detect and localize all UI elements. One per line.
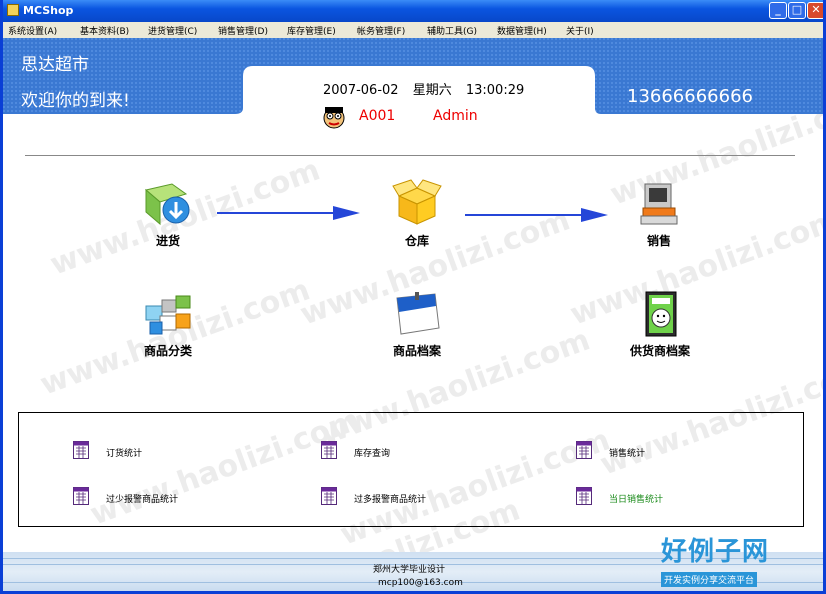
menu-inventory[interactable]: 库存管理(E) [287,24,336,37]
maximize-button[interactable]: □ [788,2,806,19]
close-button[interactable]: ✕ [807,2,823,19]
link-order-stats[interactable]: 订货统计 [106,446,142,459]
watermark-logo-subtitle: 开发实例分享交流平台 [661,572,758,587]
user-avatar-icon [323,107,345,129]
menu-system-settings[interactable]: 系统设置(A) [8,24,57,37]
footer-email: mcp100@163.com [378,578,463,588]
link-high-stock-alert[interactable]: 过多报警商品统计 [354,492,426,505]
purchase-icon [144,183,190,226]
module-category[interactable]: 商品分类 [133,292,203,359]
minimize-button[interactable]: _ [769,2,787,19]
date-text: 2007-06-02 [323,83,399,98]
welcome-text: 欢迎你的到来! [21,91,130,111]
report-icon [321,487,337,505]
menu-data[interactable]: 数据管理(H) [497,24,547,37]
arrow-icon [465,208,608,222]
menu-purchase[interactable]: 进货管理(C) [148,24,197,37]
menu-about[interactable]: 关于(I) [566,24,594,37]
window-title: MCShop [23,4,74,17]
report-icon [73,487,89,505]
user-name: Admin [433,108,478,124]
menu-sales[interactable]: 销售管理(D) [218,24,268,37]
menu-bar: 系统设置(A) 基本资料(B) 进货管理(C) 销售管理(D) 库存管理(E) … [3,22,823,38]
main-window: www.haolizi.com www.haolizi.com www.haol… [0,0,826,594]
phone-number: 13666666666 [627,86,753,107]
time-text: 13:00:29 [465,83,525,98]
weekday-text: 星期六 [412,83,452,98]
module-warehouse[interactable]: 仓库 [387,178,447,249]
quick-links-panel [18,412,804,527]
report-icon [576,441,592,459]
watermark-logo-title: 好例子网 [661,537,770,567]
box-icon [392,179,442,225]
module-product-archive[interactable]: 商品档案 [377,292,457,359]
book-icon [645,291,677,337]
menu-accounts[interactable]: 帐务管理(F) [357,24,405,37]
watermark-logo: 好例子网 开发实例分享交流平台 [661,531,769,587]
datetime-display: 2007-06-02 星期六 13:00:29 [323,79,534,98]
store-name: 思达超市 [21,55,89,75]
module-supplier-archive-label: 供货商档案 [629,344,690,358]
menu-basic-data[interactable]: 基本资料(B) [80,24,129,37]
link-inventory-query[interactable]: 库存查询 [354,446,390,459]
module-purchase[interactable]: 进货 [138,180,198,249]
module-sales-label: 销售 [646,234,671,248]
notebook-icon [396,292,440,335]
computer-icon [640,183,678,225]
report-icon [321,441,337,459]
menu-tools[interactable]: 辅助工具(G) [427,24,477,37]
cubes-icon [145,295,191,335]
footer-credit: 郑州大学毕业设计 [373,565,446,575]
module-product-archive-label: 商品档案 [392,344,441,358]
module-supplier-archive[interactable]: 供货商档案 [615,290,705,359]
report-icon [73,441,89,459]
module-warehouse-label: 仓库 [404,234,429,248]
divider [25,155,795,156]
module-sales[interactable]: 销售 [629,180,689,249]
app-icon [7,4,19,16]
title-bar[interactable]: MCShop _ □ ✕ [3,0,823,22]
arrow-icon [217,206,360,220]
link-low-stock-alert[interactable]: 过少报警商品统计 [106,492,178,505]
module-category-label: 商品分类 [143,344,192,358]
module-purchase-label: 进货 [155,234,180,248]
report-icon [576,487,592,505]
link-sales-stats[interactable]: 销售统计 [609,446,645,459]
user-code: A001 [359,108,396,124]
link-daily-sales-stats[interactable]: 当日销售统计 [609,492,663,505]
